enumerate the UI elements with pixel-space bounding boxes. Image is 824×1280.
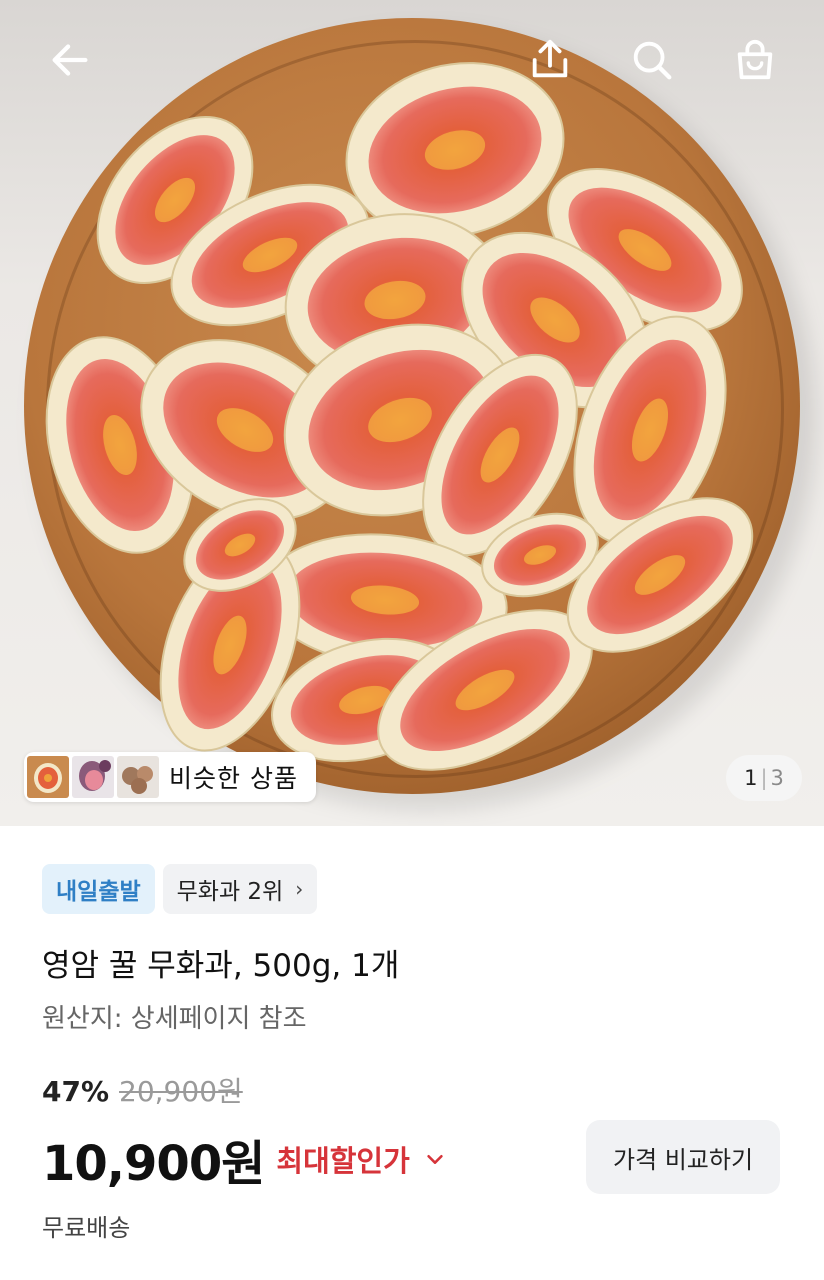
original-price: 20,900원 <box>119 1075 243 1108</box>
similar-thumbnail-2 <box>72 756 114 798</box>
similar-products-button[interactable]: 비슷한 상품 <box>24 752 316 802</box>
arrow-left-icon <box>52 44 88 76</box>
cart-button[interactable] <box>727 32 783 88</box>
price-row: 10,900원 최대할인가 <box>42 1124 446 1194</box>
discount-percent: 47% <box>42 1075 110 1108</box>
price-compare-label: 가격 비교하기 <box>612 1145 754 1174</box>
pager-separator: | <box>760 766 768 790</box>
shopping-bag-icon <box>737 39 773 80</box>
max-discount-dropdown[interactable]: 최대할인가 <box>276 1138 445 1180</box>
similar-thumbnail-3 <box>117 756 159 798</box>
pager-current: 1 <box>744 766 758 790</box>
delivery-badge-label: 내일출발 <box>56 879 141 905</box>
fig-slices-image <box>45 62 754 771</box>
delivery-badge: 내일출발 <box>42 864 155 914</box>
category-rank-label: 무화과 2위 <box>176 879 284 905</box>
pager-total: 3 <box>770 766 784 790</box>
product-image-gallery[interactable]: 비슷한 상품 1 | 3 <box>0 0 824 826</box>
max-discount-label: 최대할인가 <box>276 1144 410 1178</box>
product-info-section: 내일출발 무화과 2위 › 영암 꿀 무화과, 500g, 1개 원산지: 상세… <box>0 826 824 1280</box>
search-button[interactable] <box>624 32 680 88</box>
chevron-right-icon: › <box>295 877 304 901</box>
shipping-info: 무료배송 <box>42 1214 131 1242</box>
image-pager: 1 | 3 <box>726 755 802 801</box>
discount-row: 47% 20,900원 <box>42 1070 243 1110</box>
search-icon <box>633 41 672 80</box>
price-compare-button[interactable]: 가격 비교하기 <box>586 1120 780 1194</box>
share-upload-icon <box>532 39 568 78</box>
share-button[interactable] <box>522 32 578 88</box>
badge-row: 내일출발 무화과 2위 › <box>42 864 318 914</box>
product-title: 영암 꿀 무화과, 500g, 1개 <box>42 948 400 984</box>
product-origin: 원산지: 상세페이지 참조 <box>42 1004 307 1034</box>
back-button[interactable] <box>42 32 98 88</box>
similar-thumbnail-1 <box>27 756 69 798</box>
chevron-down-icon <box>427 1154 443 1164</box>
category-rank-link[interactable]: 무화과 2위 › <box>162 864 318 914</box>
similar-products-label: 비슷한 상품 <box>169 764 298 793</box>
sale-price: 10,900원 <box>42 1136 265 1192</box>
